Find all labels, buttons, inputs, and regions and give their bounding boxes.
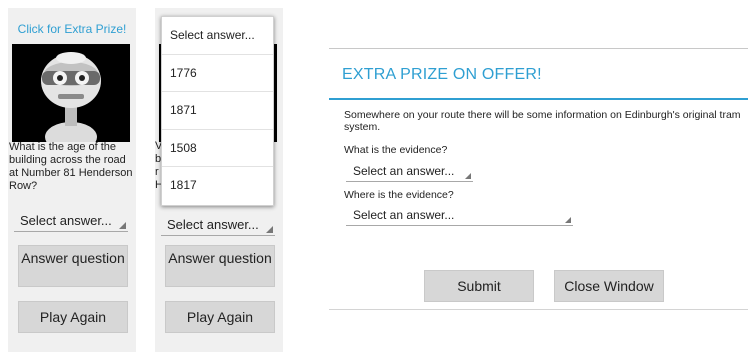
answer-spinner[interactable]: Select answer...	[161, 214, 275, 236]
dropdown-option[interactable]: 1776	[162, 55, 273, 93]
answer-dropdown-list: Select answer... 1776 1871 1508 1817	[161, 16, 274, 206]
evidence-where-label: Where is the evidence?	[344, 189, 454, 201]
answer-question-button[interactable]: Answer question	[18, 245, 128, 287]
close-window-button[interactable]: Close Window	[554, 270, 664, 302]
evidence-where-value: Select an answer...	[353, 208, 455, 222]
answer-question-button[interactable]: Answer question	[165, 245, 275, 287]
dialog-top-border	[329, 48, 748, 49]
evidence-what-value: Select an answer...	[353, 164, 455, 178]
play-again-button[interactable]: Play Again	[18, 301, 128, 333]
answer-spinner[interactable]: Select answer...	[14, 210, 128, 232]
spinner-arrow-icon	[565, 217, 571, 223]
dialog-title: EXTRA PRIZE ON OFFER!	[342, 66, 542, 83]
spinner-arrow-icon	[266, 226, 273, 233]
evidence-what-label: What is the evidence?	[344, 144, 448, 156]
extra-prize-link[interactable]: Click for Extra Prize!	[8, 22, 136, 36]
play-again-button[interactable]: Play Again	[165, 301, 275, 333]
evidence-what-spinner[interactable]: Select an answer...	[346, 162, 473, 182]
dropdown-option[interactable]: Select answer...	[162, 17, 273, 55]
submit-button[interactable]: Submit	[424, 270, 534, 302]
answer-spinner-value: Select answer...	[20, 213, 112, 228]
answer-spinner-value: Select answer...	[167, 217, 259, 232]
robot-icon	[12, 44, 130, 142]
quiz-panel-left: Click for Extra Prize! What is the age o…	[8, 8, 136, 352]
evidence-where-spinner[interactable]: Select an answer...	[346, 206, 573, 226]
dialog-bottom-border	[329, 309, 748, 310]
dropdown-option[interactable]: 1817	[162, 167, 273, 205]
dialog-title-divider	[329, 98, 748, 100]
spinner-arrow-icon	[119, 222, 126, 229]
dropdown-option[interactable]: 1871	[162, 92, 273, 130]
extra-prize-dialog: EXTRA PRIZE ON OFFER! Somewhere on your …	[329, 48, 748, 310]
spinner-arrow-icon	[465, 173, 471, 179]
robot-image	[12, 44, 130, 142]
dropdown-option[interactable]: 1508	[162, 130, 273, 168]
question-text: What is the age of the building across t…	[9, 141, 133, 192]
dialog-message: Somewhere on your route there will be so…	[344, 109, 741, 133]
